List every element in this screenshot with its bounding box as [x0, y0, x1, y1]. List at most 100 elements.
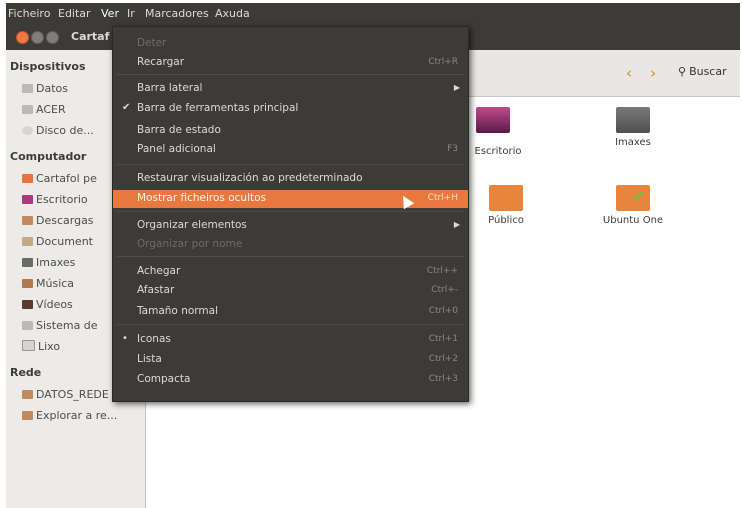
menu-item-label: Achegar [137, 265, 181, 277]
menu-item-shortcut: Ctrl+R [428, 57, 458, 67]
menu-item-shortcut: Ctrl+2 [428, 354, 458, 364]
sidebar-section-network: Rede [10, 366, 42, 379]
menu-item-label: Mostrar ficheiros ocultos [137, 192, 266, 204]
submenu-arrow-icon: ▶ [453, 83, 460, 92]
menu-item-barra-de-estado[interactable]: Barra de estado [113, 122, 468, 140]
menu-item-organizar-elementos[interactable]: Organizar elementos ▶ [113, 217, 468, 235]
sidebar-item-label: Datos [36, 82, 68, 95]
menu-separator [117, 164, 464, 165]
menu-item-label: Barra lateral [137, 82, 203, 94]
menu-item-restaurar-visualizacion-ao-predeterminado[interactable]: Restaurar visualización ao predeterminad… [113, 170, 468, 188]
menu-item-label: Tamaño normal [137, 305, 218, 317]
sidebar-item-datos[interactable]: Datos [22, 82, 68, 95]
close-window-button[interactable] [16, 31, 29, 44]
maximize-window-button[interactable] [46, 31, 59, 44]
sidebar-item-label: DATOS_REDE [36, 388, 109, 401]
sidebar-item-label: Lixo [38, 340, 61, 353]
menu-separator [117, 211, 464, 212]
menu-item-lista[interactable]: Lista Ctrl+2 [113, 351, 468, 369]
sidebar-item-label: Imaxes [36, 256, 76, 269]
filesystem-icon [22, 321, 33, 330]
menu-item-shortcut: Ctrl+3 [428, 374, 458, 384]
menu-item-label: Barra de ferramentas principal [137, 102, 299, 114]
pictures-folder-icon [22, 258, 33, 267]
menu-editar[interactable]: Editar [58, 7, 91, 20]
menu-item-label: Iconas [137, 333, 171, 345]
menu-separator [117, 256, 464, 257]
menu-item-recargar[interactable]: Recargar Ctrl+R [113, 54, 468, 72]
menu-item-iconas[interactable]: • Iconas Ctrl+1 [113, 331, 468, 349]
view-menu-dropdown: Deter Recargar Ctrl+R Barra lateral ▶ ✔ Barra … [112, 26, 469, 402]
menu-item-label: Restaurar visualización ao predeterminad… [137, 172, 363, 184]
menu-ver[interactable]: Ver [101, 7, 119, 20]
folder-ubuntu-one[interactable]: Ubuntu One [598, 185, 668, 226]
menu-ficheiro[interactable]: Ficheiro [8, 7, 50, 20]
sidebar-item-videos[interactable]: Vídeos [22, 298, 73, 311]
checkmark-icon: ✔ [122, 102, 131, 113]
menu-ir[interactable]: Ir [127, 7, 135, 20]
search-button-label: Buscar [689, 65, 727, 78]
sidebar-item-acer[interactable]: ACER [22, 103, 66, 116]
music-folder-icon [22, 279, 33, 288]
menu-item-achegar[interactable]: Achegar Ctrl++ [113, 263, 468, 281]
menu-item-label: Organizar elementos [137, 219, 247, 231]
forward-arrow-icon[interactable]: › [650, 64, 656, 82]
documents-folder-icon [22, 237, 33, 246]
menu-item-afastar[interactable]: Afastar Ctrl+- [113, 282, 468, 300]
sidebar-item-label: Document [36, 235, 93, 248]
sidebar-item-musica[interactable]: Música [22, 277, 74, 290]
sidebar-item-home[interactable]: Cartafol pe [22, 172, 97, 185]
application-menubar: Ficheiro Editar Ver Ir Marcadores Axuda [6, 3, 740, 25]
downloads-folder-icon [22, 216, 33, 225]
menu-item-compacta[interactable]: Compacta Ctrl+3 [113, 371, 468, 389]
folder-label: Escritorio [474, 146, 522, 157]
back-arrow-icon[interactable]: ‹ [626, 64, 632, 82]
sidebar-item-explorar-rede[interactable]: Explorar a re... [22, 409, 117, 422]
menu-item-label: Compacta [137, 373, 191, 385]
pictures-folder-icon [616, 107, 650, 133]
menu-item-shortcut: Ctrl++ [426, 266, 458, 276]
sidebar-item-documentos[interactable]: Document [22, 235, 93, 248]
sidebar-item-sistema[interactable]: Sistema de [22, 319, 98, 332]
desktop-icon [22, 195, 33, 204]
sidebar-item-escritorio[interactable]: Escritorio [22, 193, 88, 206]
menu-item-panel-adicional[interactable]: Panel adicional F3 [113, 141, 468, 159]
menu-item-barra-de-ferramentas-principal[interactable]: ✔ Barra de ferramentas principal [113, 100, 468, 118]
sidebar-item-label: Disco de... [36, 124, 94, 137]
ubuntu-one-folder-icon [616, 185, 650, 211]
public-folder-icon [489, 185, 523, 211]
search-button[interactable]: ⚲ Buscar [678, 65, 727, 78]
menu-item-label: Panel adicional [137, 143, 216, 155]
menu-item-label: Deter [137, 37, 167, 49]
sidebar-item-datos-rede[interactable]: DATOS_REDE [22, 388, 109, 401]
sidebar-item-label: Música [36, 277, 75, 290]
sidebar-item-disco[interactable]: Disco de... [22, 124, 94, 137]
folder-publico[interactable]: Público [471, 185, 541, 226]
folder-label: Ubuntu One [602, 215, 664, 226]
menu-item-shortcut: Ctrl+- [431, 285, 458, 295]
menu-item-label: Barra de estado [137, 124, 221, 136]
sidebar-item-label: Descargas [36, 214, 94, 227]
menu-item-label: Lista [137, 353, 162, 365]
sidebar-item-label: Cartafol pe [36, 172, 97, 185]
sidebar-item-lixo[interactable]: Lixo [22, 340, 60, 353]
menu-item-barra-lateral[interactable]: Barra lateral ▶ [113, 80, 468, 98]
menu-item-tamano-normal[interactable]: Tamaño normal Ctrl+0 [113, 303, 468, 321]
menu-item-label: Afastar [137, 284, 175, 296]
menu-marcadores[interactable]: Marcadores [145, 7, 209, 20]
desktop-folder-icon [476, 107, 510, 133]
home-folder-icon [22, 174, 33, 183]
menu-item-mostrar-ficheiros-ocultos[interactable]: Mostrar ficheiros ocultos Ctrl+H [113, 190, 468, 208]
sidebar-item-label: Escritorio [36, 193, 88, 206]
folder-escritorio-label-tile[interactable]: Escritorio [463, 146, 533, 157]
sidebar-item-imaxes[interactable]: Imaxes [22, 256, 75, 269]
minimize-window-button[interactable] [31, 31, 44, 44]
menu-axuda[interactable]: Axuda [215, 7, 250, 20]
network-browse-icon [22, 411, 33, 420]
sidebar-item-descargas[interactable]: Descargas [22, 214, 94, 227]
trash-icon [22, 340, 35, 351]
drive-icon [22, 105, 33, 114]
window-title: Cartaf [71, 30, 110, 43]
folder-imaxes[interactable]: Imaxes [598, 107, 668, 148]
disc-icon [22, 126, 33, 135]
